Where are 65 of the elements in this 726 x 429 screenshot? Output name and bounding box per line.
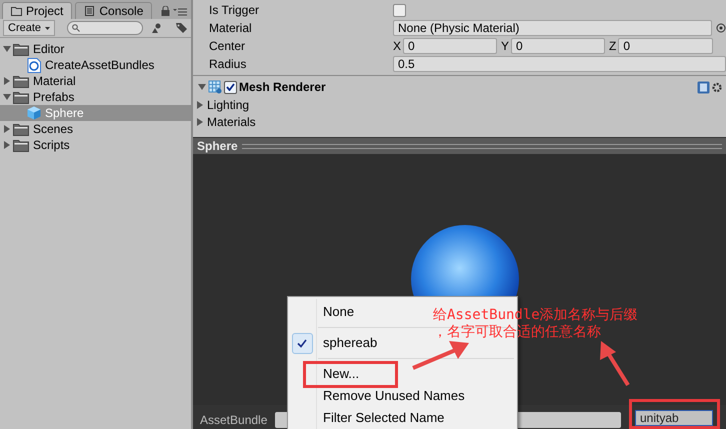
axis-label: Z — [609, 38, 616, 55]
property-label: Material — [208, 20, 253, 37]
folder-icon — [13, 74, 29, 88]
annotation-arrow — [412, 341, 469, 370]
folder-icon — [13, 122, 29, 136]
search-field[interactable] — [67, 21, 144, 35]
annotation-text: ，名字可取合适的任意名称 — [433, 324, 602, 341]
axis-label: Y — [501, 38, 510, 55]
property-label: Center — [208, 38, 246, 55]
panel-tab[interactable]: Project — [2, 2, 72, 19]
assetbundle-label: AssetBundle — [200, 412, 268, 429]
number-field[interactable]: 0.5 — [393, 56, 726, 72]
menu-item[interactable]: Remove Unused Names — [323, 386, 465, 406]
search-icon — [72, 24, 80, 32]
cube-icon — [27, 106, 41, 120]
document-tab-icon — [84, 6, 96, 16]
property-label: Radius — [208, 56, 248, 73]
help-book-icon[interactable] — [697, 80, 710, 94]
number-field[interactable]: 0 — [618, 38, 713, 54]
collapsed-arrow-icon[interactable] — [3, 77, 11, 85]
menu-item[interactable]: Filter Selected Name — [323, 408, 444, 428]
enabled-checkbox[interactable] — [224, 80, 237, 94]
tree-item[interactable]: Editor — [33, 40, 64, 58]
menu-item[interactable]: None — [323, 302, 354, 322]
target-icon[interactable] — [716, 23, 726, 33]
number-field[interactable]: 0 — [403, 38, 497, 54]
script-file-icon — [27, 58, 41, 72]
tree-item[interactable]: Material — [33, 72, 76, 90]
folder-icon — [13, 90, 29, 104]
foldout-label[interactable]: Lighting — [207, 96, 250, 114]
expanded-arrow-icon[interactable] — [198, 83, 206, 91]
menu-icon[interactable] — [173, 7, 187, 16]
menu-item[interactable]: sphereab — [323, 333, 378, 353]
create-dropdown[interactable]: Create — [3, 20, 56, 36]
checkbox[interactable] — [393, 4, 406, 16]
panel-tab[interactable]: Console — [75, 2, 152, 19]
folder-icon — [13, 42, 29, 56]
caret-icon — [45, 26, 50, 30]
folder-icon — [13, 138, 29, 152]
folder-tab-icon — [11, 6, 22, 16]
expanded-arrow-icon[interactable] — [3, 93, 11, 101]
expanded-arrow-icon[interactable] — [3, 45, 11, 53]
filter-by-type-icon[interactable] — [151, 22, 164, 34]
number-field[interactable]: 0 — [511, 38, 605, 54]
menu-item[interactable]: New... — [323, 364, 360, 384]
component-title: Mesh Renderer — [239, 79, 326, 96]
object-field[interactable]: None (Physic Material) — [393, 20, 712, 36]
checkmark-icon — [292, 332, 312, 354]
lock-icon[interactable] — [161, 6, 170, 16]
tree-item[interactable]: Prefabs — [33, 88, 74, 106]
bundle-variant-field[interactable]: unityab — [635, 410, 713, 426]
checkmark-icon — [226, 83, 235, 91]
foldout-label[interactable]: Materials — [207, 112, 256, 130]
collapsed-arrow-icon[interactable] — [196, 100, 204, 108]
tag-icon[interactable] — [175, 22, 188, 34]
tree-item[interactable]: Scripts — [33, 136, 70, 154]
collapsed-arrow-icon[interactable] — [196, 118, 204, 126]
mesh-grid-icon — [208, 80, 222, 94]
tree-item[interactable]: Scenes — [33, 120, 74, 138]
annotation-arrow — [600, 341, 630, 386]
settings-icon[interactable] — [712, 82, 722, 92]
tree-item[interactable]: CreateAssetBundles — [45, 56, 154, 74]
preview-title: Sphere — [197, 138, 238, 155]
axis-label: X — [393, 38, 402, 55]
property-label: Is Trigger — [208, 2, 260, 19]
